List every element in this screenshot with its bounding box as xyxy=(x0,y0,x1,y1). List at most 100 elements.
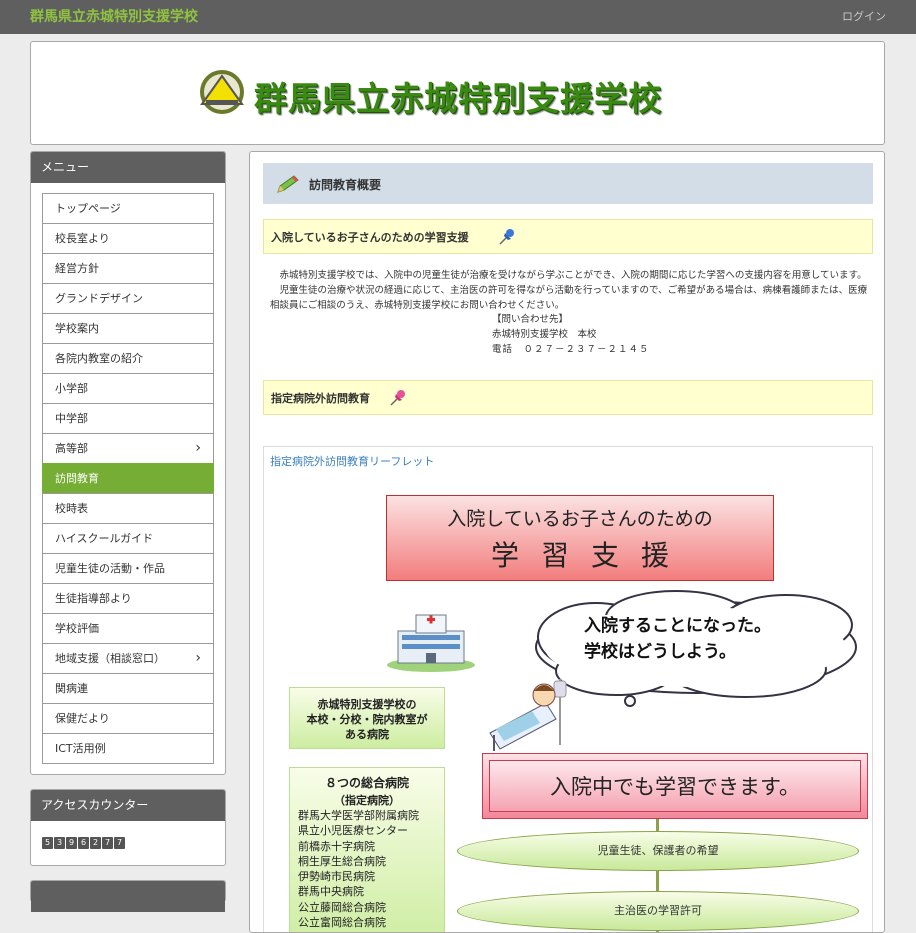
cloud-line1: 入院することになった。 xyxy=(584,616,771,636)
menu-item-label: ICT活用例 xyxy=(55,742,106,755)
designated-hospitals-title: ８つの総合病院 xyxy=(324,776,409,790)
hospital-bed-child-icon xyxy=(489,679,567,751)
chevron-right-icon[interactable]: › xyxy=(195,644,201,673)
menu-item-top[interactable]: トップページ xyxy=(42,193,214,223)
menu-item-timetable[interactable]: 校時表 xyxy=(42,493,214,523)
menu-item-kanbyoren[interactable]: 関病連 xyxy=(42,673,214,703)
chevron-right-icon[interactable]: › xyxy=(195,434,201,463)
menu-item-label: 小学部 xyxy=(55,382,88,395)
green1-line3: ある病院 xyxy=(345,728,389,741)
menu-item-label: 校長室より xyxy=(55,232,110,245)
contact-label: 【問い合わせ先】 xyxy=(492,314,569,325)
menu-item-high-school-guide[interactable]: ハイスクールガイド xyxy=(42,523,214,553)
counter-digit: 2 xyxy=(90,837,101,849)
designated-hospitals-subtitle: （指定病院） xyxy=(334,794,400,807)
menu-item-label: 地域支援（相談窓口） xyxy=(55,652,165,665)
green1-line1: 赤城特別支援学校の xyxy=(317,698,417,711)
hospital-item: 桐生厚生総合病院 xyxy=(298,854,386,868)
menu-item-label: 児童生徒の活動・作品 xyxy=(55,562,165,575)
menu-item-label: 校時表 xyxy=(55,502,88,515)
menu-item-evaluation[interactable]: 学校評価 xyxy=(42,613,214,643)
intro-line-2: 児童生徒の治療や状況の経過に応じて、主治医の許可を得ながら活動を行っていますので… xyxy=(270,285,868,311)
menu-panel: メニュー トップページ 校長室より 経営方針 グランドデザイン 学校案内 各院内… xyxy=(30,151,226,775)
counter-digit: 7 xyxy=(114,837,125,849)
leaflet-container: 指定病院外訪問教育リーフレット 入院しているお子さんのための 学習支援 入院する… xyxy=(263,446,873,932)
counter-digit: 6 xyxy=(78,837,89,849)
branch-hospitals-box: 赤城特別支援学校の 本校・分校・院内教室が ある病院 xyxy=(289,687,445,749)
pushpin-blue-icon xyxy=(499,229,514,245)
speech-cloud-text: 入院することになった。 学校はどうしよう。 xyxy=(584,613,771,665)
counter-digit: 9 xyxy=(66,837,77,849)
counter-digit: 3 xyxy=(54,837,65,849)
menu-item-hospital-classrooms[interactable]: 各院内教室の紹介 xyxy=(42,343,214,373)
leaflet-title-line2: 学習支援 xyxy=(490,539,691,572)
top-bar: 群馬県立赤城特別支援学校 ログイン xyxy=(0,0,916,34)
next-panel xyxy=(30,880,226,912)
section-title: 指定病院外訪問教育 xyxy=(271,392,370,405)
hospital-building-icon xyxy=(387,614,475,672)
school-emblem-icon xyxy=(200,70,244,114)
menu-item-label: 学校評価 xyxy=(55,622,99,635)
contact-info: 【問い合わせ先】 赤城特別支援学校 本校 電話 ０２７－２３７－２１４５ xyxy=(492,312,650,357)
menu-item-student-works[interactable]: 児童生徒の活動・作品 xyxy=(42,553,214,583)
leaflet-title-box: 入院しているお子さんのための 学習支援 xyxy=(386,495,774,581)
menu-heading: メニュー xyxy=(31,152,225,183)
sidebar: メニュー トップページ 校長室より 経営方針 グランドデザイン 学校案内 各院内… xyxy=(30,151,226,916)
menu-item-label: グランドデザイン xyxy=(55,292,143,305)
menu-item-label: 保健だより xyxy=(55,712,110,725)
menu-item-home-visit[interactable]: 訪問教育 xyxy=(42,463,214,493)
intro-paragraph: 赤城特別支援学校では、入院中の児童生徒が治療を受けながら学ぶことができ、入院の期… xyxy=(270,268,870,313)
menu-item-high-school[interactable]: 高等部 › xyxy=(42,433,214,463)
hospital-item: 群馬大学医学部附属病院 xyxy=(298,809,419,822)
menu-item-junior-high[interactable]: 中学部 xyxy=(42,403,214,433)
section-header-support: 入院しているお子さんのための学習支援 xyxy=(263,219,873,254)
menu-item-grand-design[interactable]: グランドデザイン xyxy=(42,283,214,313)
section-title: 入院しているお子さんのための学習支援 xyxy=(271,231,469,244)
hospital-item: 公立藤岡総合病院 xyxy=(298,900,386,914)
hospital-item: 公立富岡総合病院 xyxy=(298,916,386,930)
menu-item-label: ハイスクールガイド xyxy=(55,532,154,545)
flow-step-doctor-permission: 主治医の学習許可 xyxy=(457,891,859,931)
study-possible-text: 入院中でも学習できます。 xyxy=(489,760,861,812)
contact-name: 赤城特別支援学校 本校 xyxy=(492,329,597,340)
pushpin-pink-icon xyxy=(390,390,405,406)
section-header-outside-visit: 指定病院外訪問教育 xyxy=(263,380,873,415)
page-title: 訪問教育概要 xyxy=(309,178,382,192)
hospital-item: 県立小児医療センター xyxy=(298,824,408,838)
menu-item-label: 関病連 xyxy=(55,682,88,695)
menu-item-label: 学校案内 xyxy=(55,322,99,335)
contact-phone: 電話 ０２７－２３７－２１４５ xyxy=(492,344,650,355)
login-link[interactable]: ログイン xyxy=(842,8,886,24)
menu-item-principal[interactable]: 校長室より xyxy=(42,223,214,253)
menu-item-label: 生徒指導部より xyxy=(55,592,132,605)
counter-digit: 5 xyxy=(42,837,53,849)
hospital-item: 群馬中央病院 xyxy=(298,885,364,899)
access-counter-panel: アクセスカウンター 5396277 xyxy=(30,789,226,866)
school-name-logo-text: 群馬県立赤城特別支援学校 xyxy=(254,79,662,118)
access-counter-heading: アクセスカウンター xyxy=(31,790,225,821)
menu-item-label: 各院内教室の紹介 xyxy=(55,352,143,365)
school-logo[interactable]: 群馬県立赤城特別支援学校 xyxy=(196,68,661,119)
menu-item-label: 中学部 xyxy=(55,412,88,425)
cloud-line2: 学校はどうしよう。 xyxy=(584,642,736,662)
green1-line2: 本校・分校・院内教室が xyxy=(306,713,428,726)
hospital-item: 伊勢崎市民病院 xyxy=(298,870,375,884)
site-title-link[interactable]: 群馬県立赤城特別支援学校 xyxy=(30,6,198,26)
menu-item-guidance[interactable]: 生徒指導部より xyxy=(42,583,214,613)
menu-item-regional-support[interactable]: 地域支援（相談窓口） › xyxy=(42,643,214,673)
page-header: 訪問教育概要 xyxy=(263,163,873,204)
menu-item-health-letter[interactable]: 保健だより xyxy=(42,703,214,733)
next-panel-heading xyxy=(31,881,225,912)
menu-item-label: 経営方針 xyxy=(55,262,99,275)
menu-item-ict[interactable]: ICT活用例 xyxy=(42,733,214,764)
menu-list: トップページ 校長室より 経営方針 グランドデザイン 学校案内 各院内教室の紹介… xyxy=(31,183,225,774)
pencil-icon xyxy=(277,175,299,193)
designated-hospitals-box: ８つの総合病院 （指定病院） 群馬大学医学部附属病院 県立小児医療センター 前橋… xyxy=(289,767,445,932)
leaflet-title-line1: 入院しているお子さんのための xyxy=(447,508,713,530)
menu-item-policy[interactable]: 経営方針 xyxy=(42,253,214,283)
menu-item-school-guide[interactable]: 学校案内 xyxy=(42,313,214,343)
menu-item-elementary[interactable]: 小学部 xyxy=(42,373,214,403)
main-content: 訪問教育概要 入院しているお子さんのための学習支援 赤城特別支援学校では、入院中… xyxy=(249,151,885,933)
menu-item-label: トップページ xyxy=(55,202,121,215)
leaflet-link[interactable]: 指定病院外訪問教育リーフレット xyxy=(270,453,434,469)
